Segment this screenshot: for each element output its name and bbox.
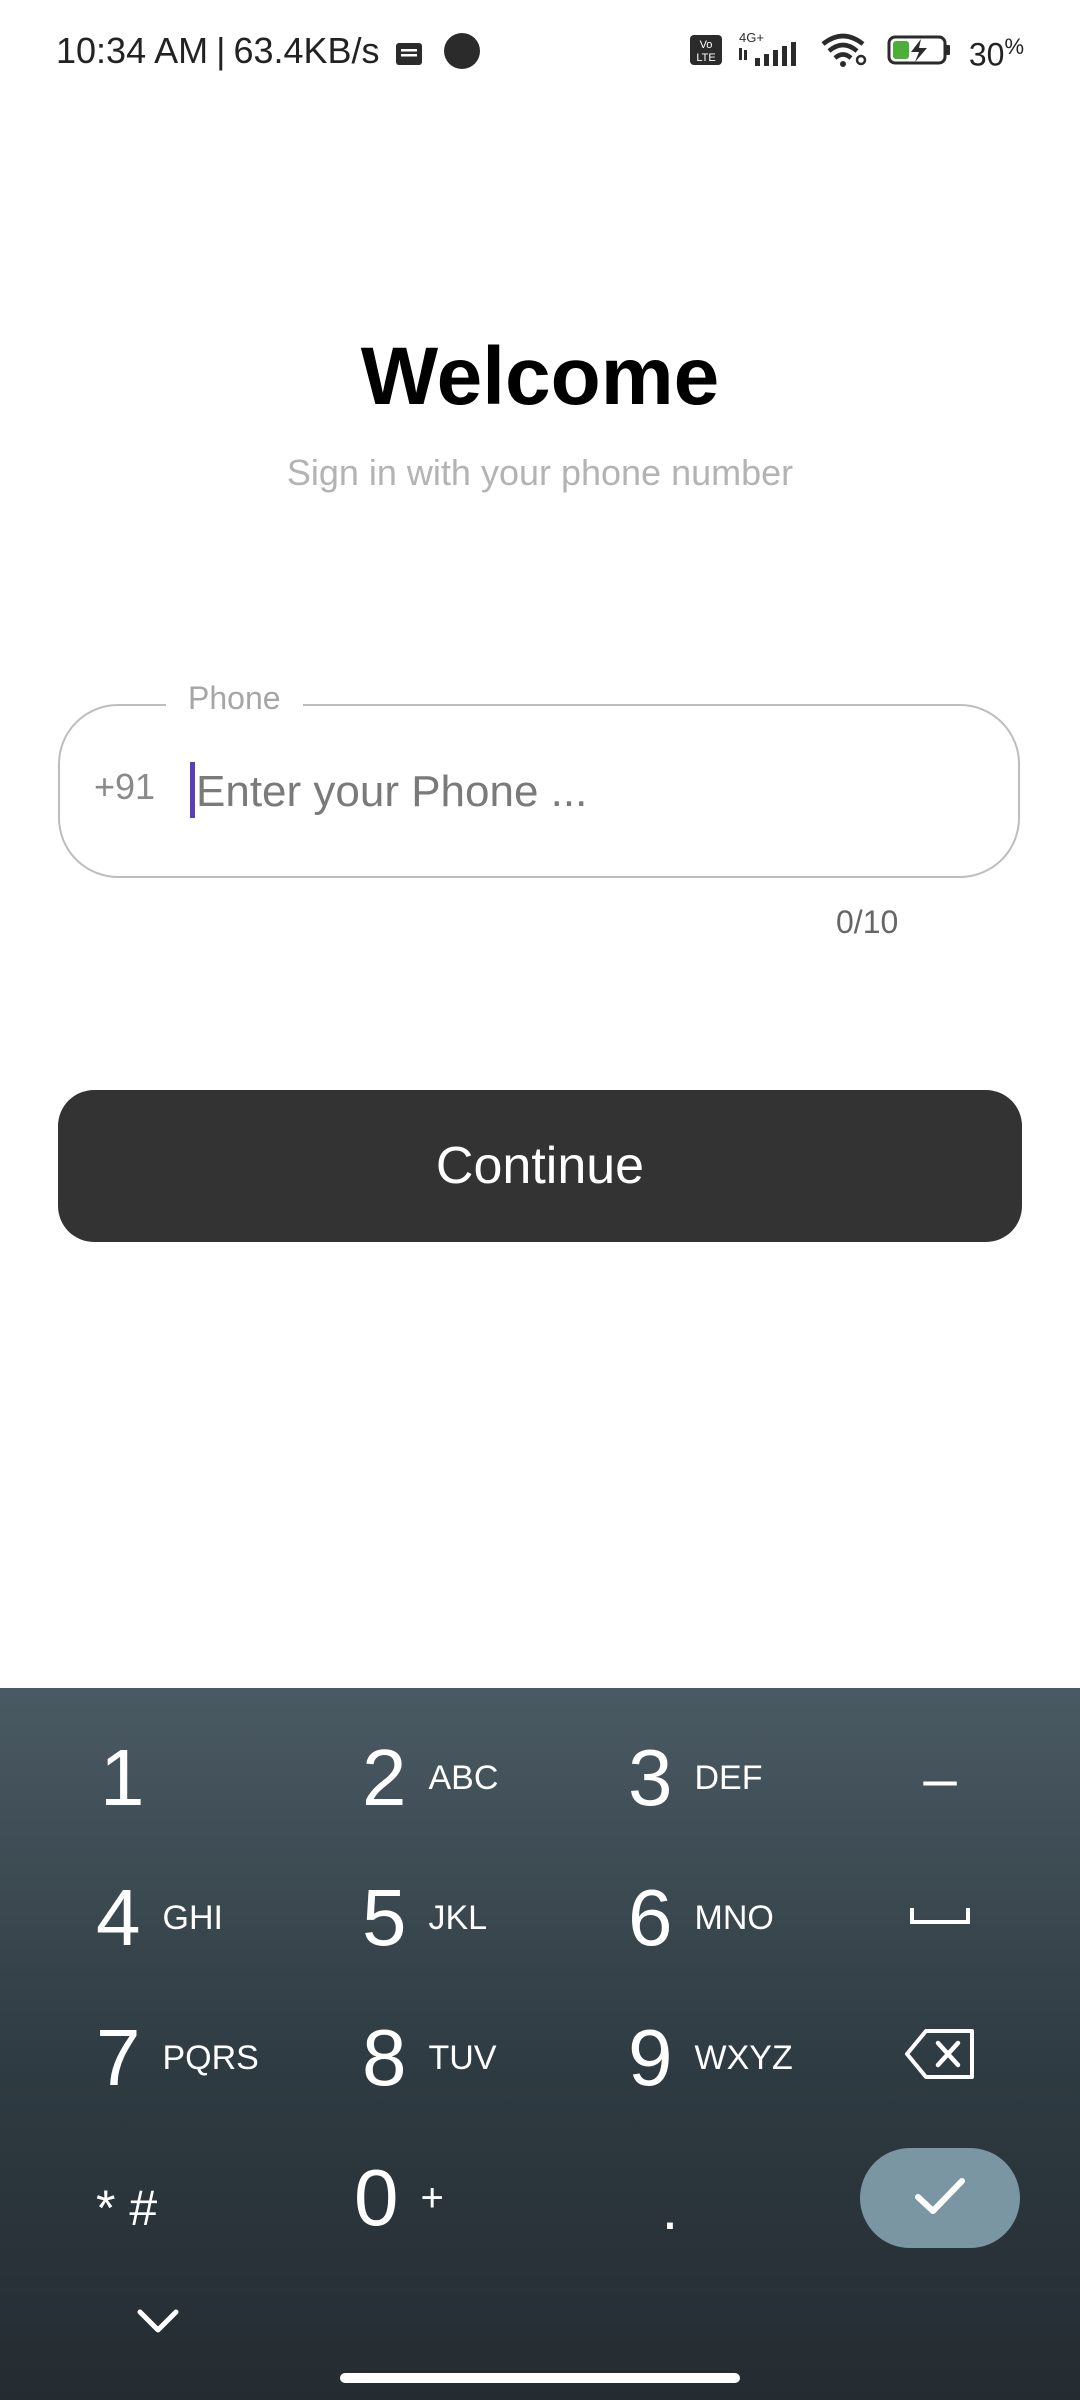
message-notification-icon — [394, 36, 424, 66]
status-speed: 63.4KB/s — [233, 30, 380, 71]
battery-percent-unit: % — [1004, 34, 1024, 60]
star-hash-key[interactable]: * # — [96, 2158, 157, 2258]
page-title: Welcome — [360, 331, 720, 422]
key-0[interactable]: 0 + — [354, 2138, 444, 2258]
battery-percentage: 30% — [969, 34, 1024, 74]
character-counter: 0/10 — [836, 904, 899, 940]
key-letters: GHI — [162, 1898, 223, 1937]
period-key[interactable]: . — [640, 2158, 700, 2258]
status-left: 10:34 AM | 63.4KB/s — [56, 30, 480, 72]
key-digit: 1 — [100, 1733, 145, 1822]
phone-field-label: Phone — [166, 680, 303, 717]
key-letters: + — [420, 2175, 444, 2220]
wifi-icon — [819, 30, 871, 78]
text-caret — [190, 762, 195, 818]
key-digit: 3 — [628, 1733, 673, 1822]
page-subtitle: Sign in with your phone number — [286, 452, 794, 493]
key-letters: DEF — [694, 1758, 763, 1797]
backspace-key[interactable] — [900, 2006, 980, 2106]
key-digit: 6 — [628, 1873, 673, 1962]
svg-text:4G+: 4G+ — [739, 30, 764, 45]
key-digit: 2 — [362, 1733, 407, 1822]
key-letters: JKL — [428, 1898, 488, 1937]
key-6[interactable]: 6 MNO — [628, 1858, 774, 1978]
svg-text:Vo: Vo — [699, 39, 712, 51]
space-icon — [909, 1904, 971, 1933]
battery-charging-icon — [887, 33, 953, 75]
recording-dot-icon — [443, 33, 480, 69]
key-letters: MNO — [694, 1898, 774, 1937]
key-7[interactable]: 7 PQRS — [96, 1998, 259, 2118]
key-5[interactable]: 5 JKL — [362, 1858, 487, 1978]
key-letters: PQRS — [162, 2038, 259, 2077]
key-3[interactable]: 3 DEF — [628, 1718, 763, 1838]
key-letters: ABC — [428, 1758, 499, 1797]
done-key[interactable] — [860, 2148, 1020, 2248]
status-right: Vo LTE 4G+ 30% — [689, 30, 1024, 78]
dash-key[interactable]: – — [900, 1728, 980, 1828]
volte-icon: Vo LTE — [689, 33, 723, 75]
key-4[interactable]: 4 GHI — [96, 1858, 223, 1978]
continue-button[interactable]: Continue — [58, 1090, 1022, 1242]
status-time: 10:34 AM — [56, 30, 209, 71]
key-2[interactable]: 2 ABC — [362, 1718, 498, 1838]
status-bar: 10:34 AM | 63.4KB/s Vo LTE 4G+ 30% — [0, 0, 1080, 110]
key-digit: 9 — [628, 2013, 673, 2102]
phone-input[interactable] — [190, 752, 976, 832]
key-digit: 7 — [96, 2013, 141, 2102]
key-digit: 0 — [354, 2153, 399, 2242]
check-icon — [912, 2175, 968, 2222]
key-1[interactable]: 1 — [100, 1718, 145, 1838]
key-letters: TUV — [428, 2038, 497, 2077]
cellular-signal-icon: 4G+ — [738, 30, 803, 78]
numeric-keyboard: 1 2 ABC 3 DEF – 4 GHI 5 JKL 6 MNO 7 PQRS… — [0, 1688, 1080, 2400]
space-key[interactable] — [900, 1868, 980, 1968]
svg-text:LTE: LTE — [696, 52, 715, 64]
status-separator: | — [216, 30, 226, 71]
key-digit: 8 — [362, 2013, 407, 2102]
phone-field[interactable]: Phone +91 — [58, 680, 1020, 878]
backspace-icon — [904, 2027, 976, 2086]
battery-percent-value: 30 — [968, 36, 1005, 73]
key-digit: 5 — [362, 1873, 407, 1962]
sign-in-screen: 10:34 AM | 63.4KB/s Vo LTE 4G+ 30% Welco… — [0, 0, 1080, 2400]
home-indicator[interactable] — [340, 2373, 740, 2383]
key-digit: 4 — [96, 1873, 141, 1962]
country-code: +91 — [94, 766, 156, 807]
key-letters: WXYZ — [694, 2038, 793, 2077]
key-9[interactable]: 9 WXYZ — [628, 1998, 793, 2118]
collapse-keyboard-button[interactable] — [120, 2288, 196, 2358]
chevron-down-icon — [134, 2306, 182, 2341]
key-8[interactable]: 8 TUV — [362, 1998, 497, 2118]
